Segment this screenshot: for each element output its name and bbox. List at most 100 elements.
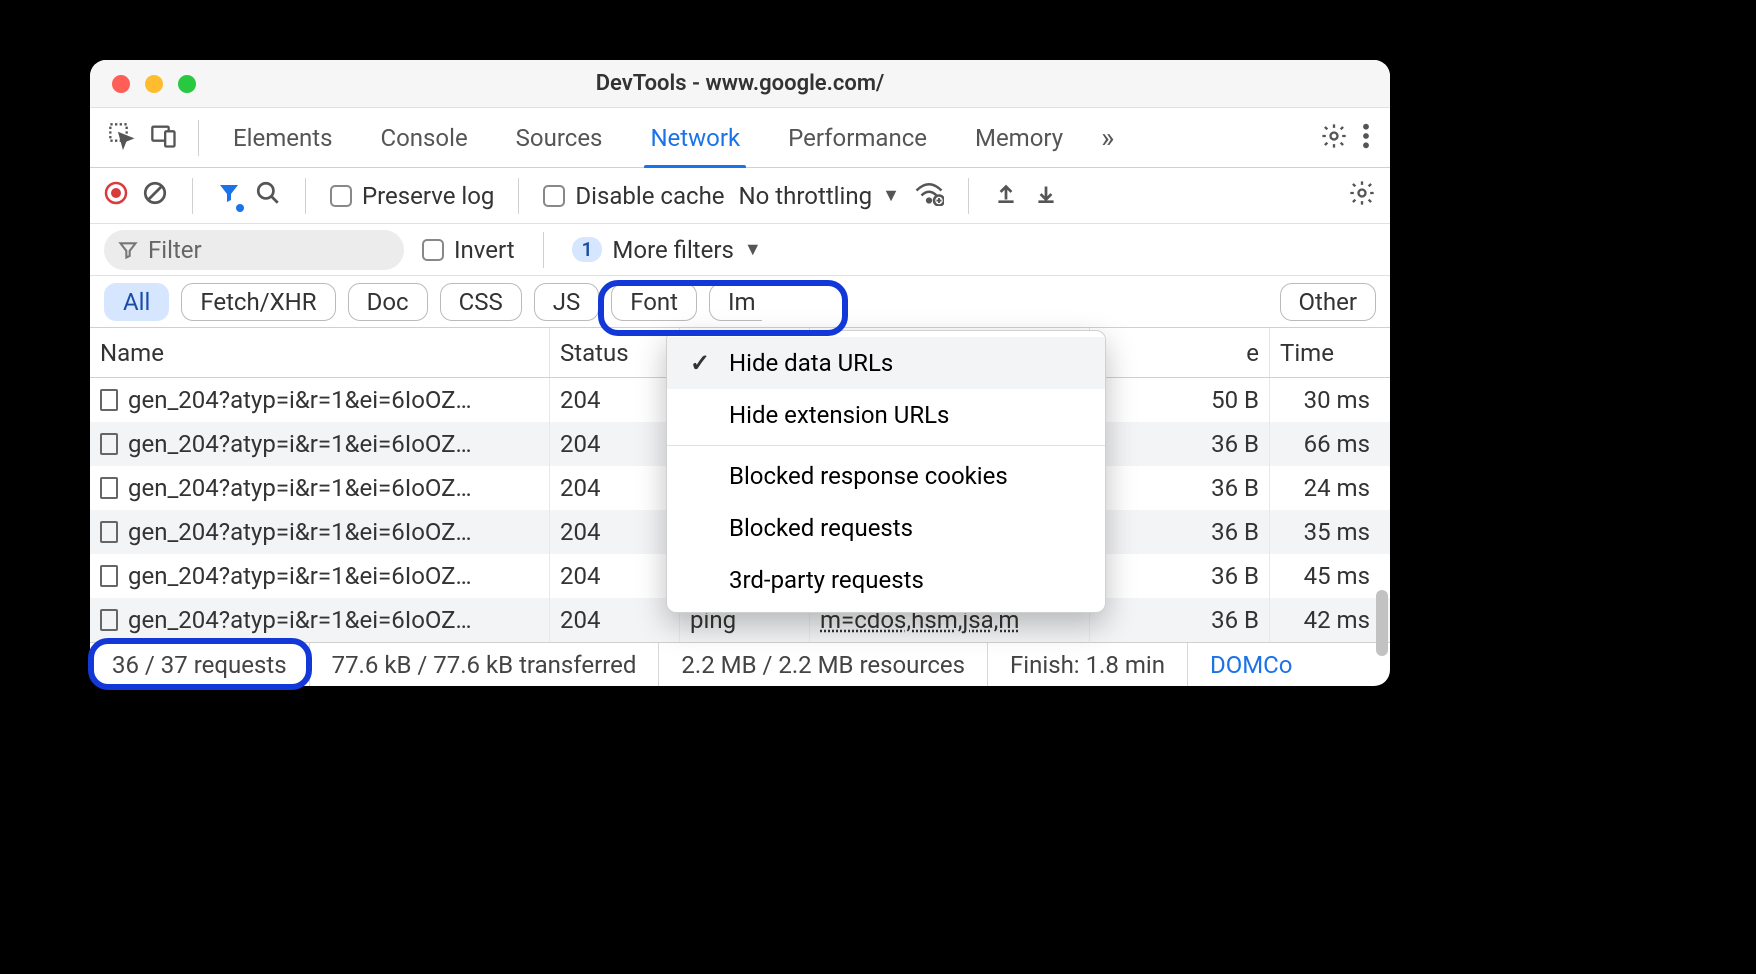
tab-console[interactable]: Console	[356, 108, 491, 167]
file-icon	[100, 565, 118, 587]
cell-size: 50 B	[1090, 378, 1270, 422]
dropdown-item[interactable]: Blocked response cookies	[667, 450, 1105, 502]
titlebar: DevTools - www.google.com/	[90, 60, 1390, 108]
chip-css[interactable]: CSS	[440, 283, 522, 321]
col-time[interactable]: Time	[1270, 328, 1380, 377]
separator	[198, 120, 199, 156]
chevron-down-icon: ▼	[882, 185, 900, 206]
status-transferred: 77.6 kB / 77.6 kB transferred	[310, 643, 660, 686]
filter-toggle-icon[interactable]	[217, 181, 241, 211]
cell-name: gen_204?atyp=i&r=1&ei=6IoOZ…	[90, 466, 550, 510]
preserve-log-checkbox[interactable]: Preserve log	[330, 182, 494, 210]
status-resources: 2.2 MB / 2.2 MB resources	[659, 643, 988, 686]
cell-name: gen_204?atyp=i&r=1&ei=6IoOZ…	[90, 554, 550, 598]
chip-img[interactable]: Im	[709, 283, 762, 321]
panel-tabs: Elements Console Sources Network Perform…	[90, 108, 1390, 168]
more-filters-count-badge: 1	[572, 237, 603, 262]
chevron-down-icon: ▼	[744, 239, 762, 260]
network-conditions-icon[interactable]	[914, 180, 944, 212]
window-controls	[90, 75, 196, 93]
chip-fetch-xhr[interactable]: Fetch/XHR	[181, 283, 335, 321]
cell-time: 30 ms	[1270, 378, 1380, 422]
status-requests: 36 / 37 requests	[90, 643, 310, 686]
file-icon	[100, 389, 118, 411]
upload-har-icon[interactable]	[993, 180, 1019, 212]
cell-time: 45 ms	[1270, 554, 1380, 598]
device-toolbar-icon[interactable]	[150, 122, 178, 154]
tabs-overflow-button[interactable]: »	[1087, 121, 1128, 154]
more-filters-label: More filters	[612, 236, 733, 264]
clear-button[interactable]	[142, 180, 168, 212]
separator	[968, 178, 969, 214]
invert-label: Invert	[454, 236, 515, 264]
cell-status: 204	[550, 466, 680, 510]
filter-placeholder: Filter	[148, 236, 202, 264]
search-icon[interactable]	[255, 180, 281, 212]
cell-name: gen_204?atyp=i&r=1&ei=6IoOZ…	[90, 598, 550, 642]
tab-elements[interactable]: Elements	[209, 108, 356, 167]
dropdown-item-label: Blocked response cookies	[729, 462, 1008, 490]
chip-all[interactable]: All	[104, 283, 169, 321]
chip-js[interactable]: JS	[534, 283, 600, 321]
dropdown-item-label: Hide extension URLs	[729, 401, 949, 429]
separator	[305, 178, 306, 214]
cell-time: 66 ms	[1270, 422, 1380, 466]
cell-size: 36 B	[1090, 422, 1270, 466]
cell-size: 36 B	[1090, 554, 1270, 598]
chip-font[interactable]: Font	[611, 283, 697, 321]
cell-status: 204	[550, 554, 680, 598]
chip-doc[interactable]: Doc	[348, 283, 428, 321]
zoom-window-button[interactable]	[178, 75, 196, 93]
dropdown-item[interactable]: Hide extension URLs	[667, 389, 1105, 441]
record-button[interactable]	[104, 181, 128, 211]
dropdown-item[interactable]: ✓ Hide data URLs	[667, 337, 1105, 389]
check-icon: ✓	[689, 349, 711, 377]
file-icon	[100, 521, 118, 543]
cell-name: gen_204?atyp=i&r=1&ei=6IoOZ…	[90, 378, 550, 422]
settings-icon[interactable]	[1320, 122, 1348, 154]
dropdown-item-label: Hide data URLs	[729, 349, 893, 377]
close-window-button[interactable]	[112, 75, 130, 93]
cell-time: 42 ms	[1270, 598, 1380, 642]
dropdown-separator	[667, 445, 1105, 446]
scrollbar-thumb[interactable]	[1376, 590, 1388, 656]
invert-checkbox[interactable]: Invert	[422, 236, 515, 264]
dropdown-item[interactable]: Blocked requests	[667, 502, 1105, 554]
download-har-icon[interactable]	[1033, 180, 1059, 212]
type-filter-chips: All Fetch/XHR Doc CSS JS Font Im Other	[90, 276, 1390, 328]
disable-cache-checkbox[interactable]: Disable cache	[543, 182, 724, 210]
status-finish: Finish: 1.8 min	[988, 643, 1188, 686]
network-toolbar: Preserve log Disable cache No throttling…	[90, 168, 1390, 224]
cell-time: 35 ms	[1270, 510, 1380, 554]
status-domcontent[interactable]: DOMCo	[1188, 643, 1307, 686]
disable-cache-label: Disable cache	[575, 182, 724, 210]
tab-network[interactable]: Network	[626, 108, 764, 167]
cell-name: gen_204?atyp=i&r=1&ei=6IoOZ…	[90, 510, 550, 554]
tab-sources[interactable]: Sources	[492, 108, 627, 167]
col-name[interactable]: Name	[90, 328, 550, 377]
file-icon	[100, 609, 118, 631]
cell-status: 204	[550, 422, 680, 466]
window-title: DevTools - www.google.com/	[90, 71, 1390, 96]
minimize-window-button[interactable]	[145, 75, 163, 93]
tab-memory[interactable]: Memory	[951, 108, 1087, 167]
cell-size: 36 B	[1090, 598, 1270, 642]
dropdown-item-label: 3rd-party requests	[729, 566, 924, 594]
cell-status: 204	[550, 598, 680, 642]
dropdown-item-label: Blocked requests	[729, 514, 913, 542]
dropdown-item[interactable]: 3rd-party requests	[667, 554, 1105, 606]
more-options-icon[interactable]	[1362, 122, 1370, 154]
preserve-log-label: Preserve log	[362, 182, 494, 210]
filter-input[interactable]: Filter	[104, 230, 404, 270]
chip-other[interactable]: Other	[1280, 283, 1376, 321]
network-settings-icon[interactable]	[1348, 179, 1376, 213]
more-filters-button[interactable]: 1 More filters ▼	[572, 236, 762, 264]
col-size[interactable]: e	[1090, 328, 1270, 377]
col-status[interactable]: Status	[550, 328, 680, 377]
inspect-element-icon[interactable]	[108, 122, 136, 154]
cell-time: 24 ms	[1270, 466, 1380, 510]
throttling-select[interactable]: No throttling ▼	[739, 182, 900, 210]
separator	[192, 178, 193, 214]
tab-performance[interactable]: Performance	[764, 108, 951, 167]
separator	[518, 178, 519, 214]
